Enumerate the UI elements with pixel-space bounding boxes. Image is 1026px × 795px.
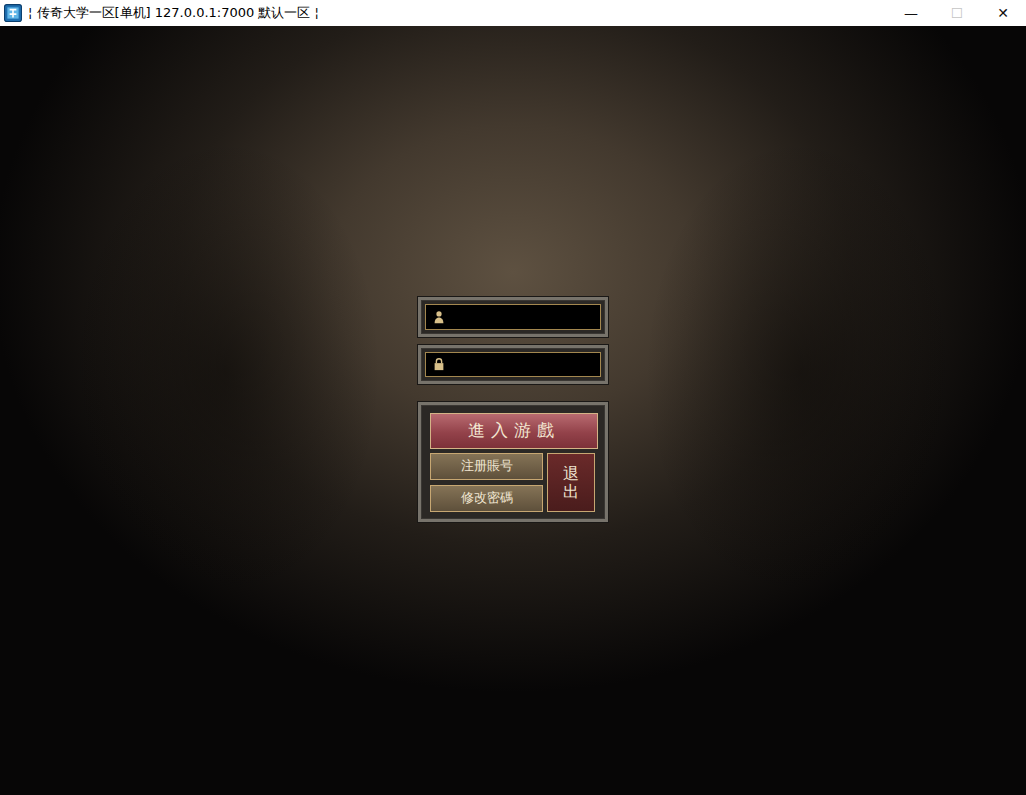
minimize-button[interactable]: — xyxy=(888,0,934,26)
register-button[interactable]: 注册賬号 xyxy=(430,453,543,480)
left-buttons: 注册賬号修改密碼 xyxy=(430,453,543,512)
username-input[interactable] xyxy=(450,305,600,329)
exit-label: 退出 xyxy=(563,465,579,500)
lock-icon xyxy=(432,357,446,371)
exit-button[interactable]: 退出 xyxy=(547,453,595,512)
app-logo-icon xyxy=(4,4,22,22)
sub-buttons: 注册賬号修改密碼退出 xyxy=(430,453,598,512)
password-field xyxy=(418,345,608,385)
enter-game-button[interactable]: 進入游戲 xyxy=(430,413,598,449)
field-box xyxy=(425,352,601,378)
maximize-button: ☐ xyxy=(934,0,980,26)
password-input[interactable] xyxy=(450,353,600,377)
change-password-button[interactable]: 修改密碼 xyxy=(430,485,543,512)
login-panel: 進入游戲注册賬号修改密碼退出 xyxy=(418,297,608,522)
window-title: ¦ 传奇大学一区[单机] 127.0.0.1:7000 默认一区 ¦ xyxy=(22,0,888,26)
username-field xyxy=(418,297,608,337)
person-icon xyxy=(432,310,446,324)
field-box xyxy=(425,304,601,330)
title-bar: ¦ 传奇大学一区[单机] 127.0.0.1:7000 默认一区 ¦—☐✕ xyxy=(0,0,1026,26)
button-box: 進入游戲注册賬号修改密碼退出 xyxy=(418,402,608,522)
close-button[interactable]: ✕ xyxy=(980,0,1026,26)
game-background: 進入游戲注册賬号修改密碼退出 xyxy=(0,26,1026,795)
